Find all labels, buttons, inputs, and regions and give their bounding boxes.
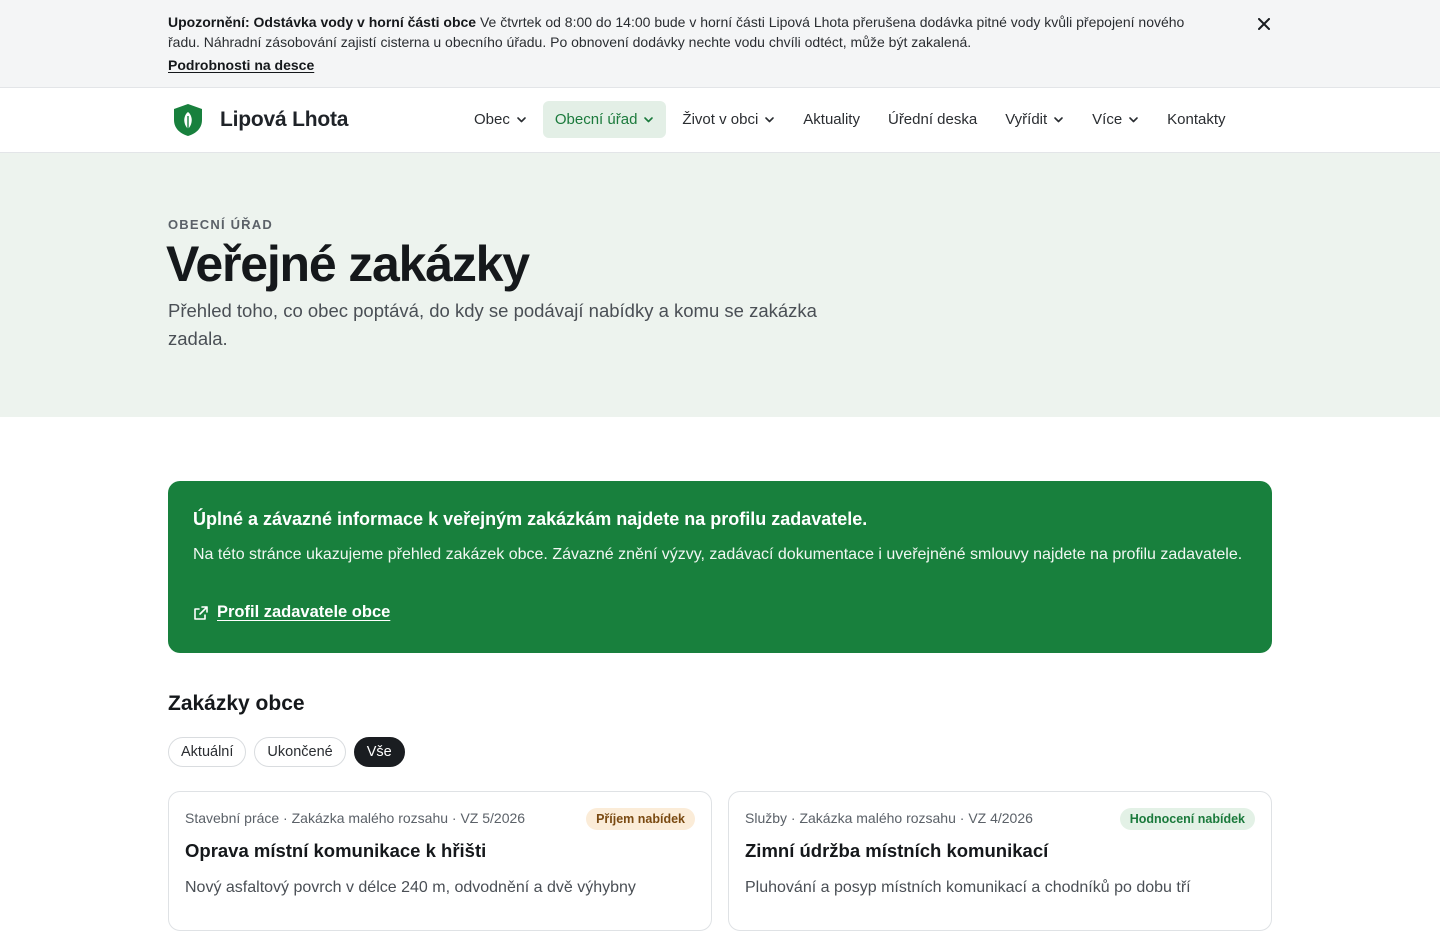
buyer-profile-link[interactable]: Profil zadavatele obce [193, 603, 390, 622]
filter-chip[interactable]: Vše [353, 737, 405, 767]
site-logo[interactable]: Lipová Lhota [172, 103, 348, 137]
filter-chip[interactable]: Aktuální [168, 737, 247, 767]
nav-item-label: Obec [474, 111, 510, 128]
info-callout-text: Na této stránce ukazujeme přehled zakáze… [193, 546, 1243, 563]
nav-item-label: Život v obci [682, 111, 759, 128]
nav-item-label: Obecní úřad [554, 111, 638, 128]
nav-item-label: Vyřídit [1005, 111, 1048, 128]
tender-card[interactable]: Stavební práce · Zakázka malého rozsahu … [168, 791, 712, 931]
chevron-down-icon [517, 117, 526, 123]
page-subtitle: Přehled toho, co obec poptává, do kdy se… [168, 300, 817, 349]
status-badge: Příjem nabídek [586, 808, 695, 830]
tender-title[interactable]: Zimní údržba místních komunikací [745, 840, 1048, 862]
tender-meta: Stavební práce · Zakázka malého rozsahu … [185, 810, 526, 826]
chevron-down-icon [1054, 117, 1063, 123]
nav-item-label: Více [1092, 111, 1123, 128]
page-hero: OBECNÍ ÚŘAD Veřejné zakázky Přehled toho… [0, 153, 1440, 417]
buyer-profile-link-label: Profil zadavatele obce [217, 603, 391, 621]
info-callout-title: Úplné a závazné informace k veřejným zak… [193, 509, 868, 529]
tender-meta: Služby · Zakázka malého rozsahu · VZ 4/2… [745, 810, 1033, 826]
nav-item-aktuality[interactable]: Aktuality [791, 101, 872, 138]
nav-item-vyridit[interactable]: Vyřídit [993, 101, 1076, 138]
nav-item-vice[interactable]: Více [1080, 101, 1151, 138]
tender-title[interactable]: Oprava místní komunikace k hřišti [185, 840, 486, 862]
nav-item-obecni-urad[interactable]: Obecní úřad [542, 101, 667, 138]
main-nav: Obec Obecní úřad Život v obci Aktuality Úřed… [462, 101, 1242, 138]
alert-content: Upozornění: Odstávka vody v horní části … [168, 13, 1208, 76]
alert-close-button[interactable] [1254, 14, 1274, 34]
tender-card[interactable]: Služby · Zakázka malého rozsahu · VZ 4/2… [728, 791, 1272, 931]
alert-details-link[interactable]: Podrobnosti na desce [168, 56, 314, 76]
section-title: Zakázky obce [168, 692, 305, 715]
chevron-down-icon [1129, 117, 1138, 123]
chevron-down-icon [644, 117, 654, 123]
site-header: Lipová Lhota Obec Obecní úřad Život v obci… [0, 88, 1440, 153]
nav-item-uredni-deska[interactable]: Úřední deska [876, 101, 989, 138]
breadcrumb-eyebrow: OBECNÍ ÚŘAD [168, 217, 273, 232]
site-name: Lipová Lhota [220, 108, 349, 131]
page-title: Veřejné zakázky [166, 236, 530, 292]
nav-item-label: Úřední deska [887, 111, 978, 128]
alert-banner: Upozornění: Odstávka vody v horní části … [0, 0, 1440, 88]
filter-chip[interactable]: Ukončené [254, 737, 346, 767]
nav-item-kontakty[interactable]: Kontakty [1155, 101, 1237, 138]
filter-chips: Aktuální Ukončené Vše [168, 737, 405, 767]
tender-description: Pluhování a posyp místních komunikací a … [745, 879, 1191, 896]
nav-item-label: Kontakty [1167, 111, 1226, 128]
external-link-icon [194, 605, 208, 620]
leaf-shield-icon [174, 104, 202, 136]
nav-item-label: Aktuality [803, 111, 860, 128]
close-icon [1258, 18, 1270, 30]
info-callout: Úplné a závazné informace k veřejným zak… [168, 481, 1272, 653]
alert-title: Upozornění: Odstávka vody v horní části … [168, 14, 477, 30]
nav-item-obec[interactable]: Obec [462, 101, 539, 138]
nav-item-zivot-v-obci[interactable]: Život v obci [670, 101, 787, 138]
tender-description: Nový asfaltový povrch v délce 240 m, odv… [185, 879, 636, 896]
chevron-down-icon [765, 117, 775, 123]
status-badge: Hodnocení nabídek [1119, 808, 1255, 830]
